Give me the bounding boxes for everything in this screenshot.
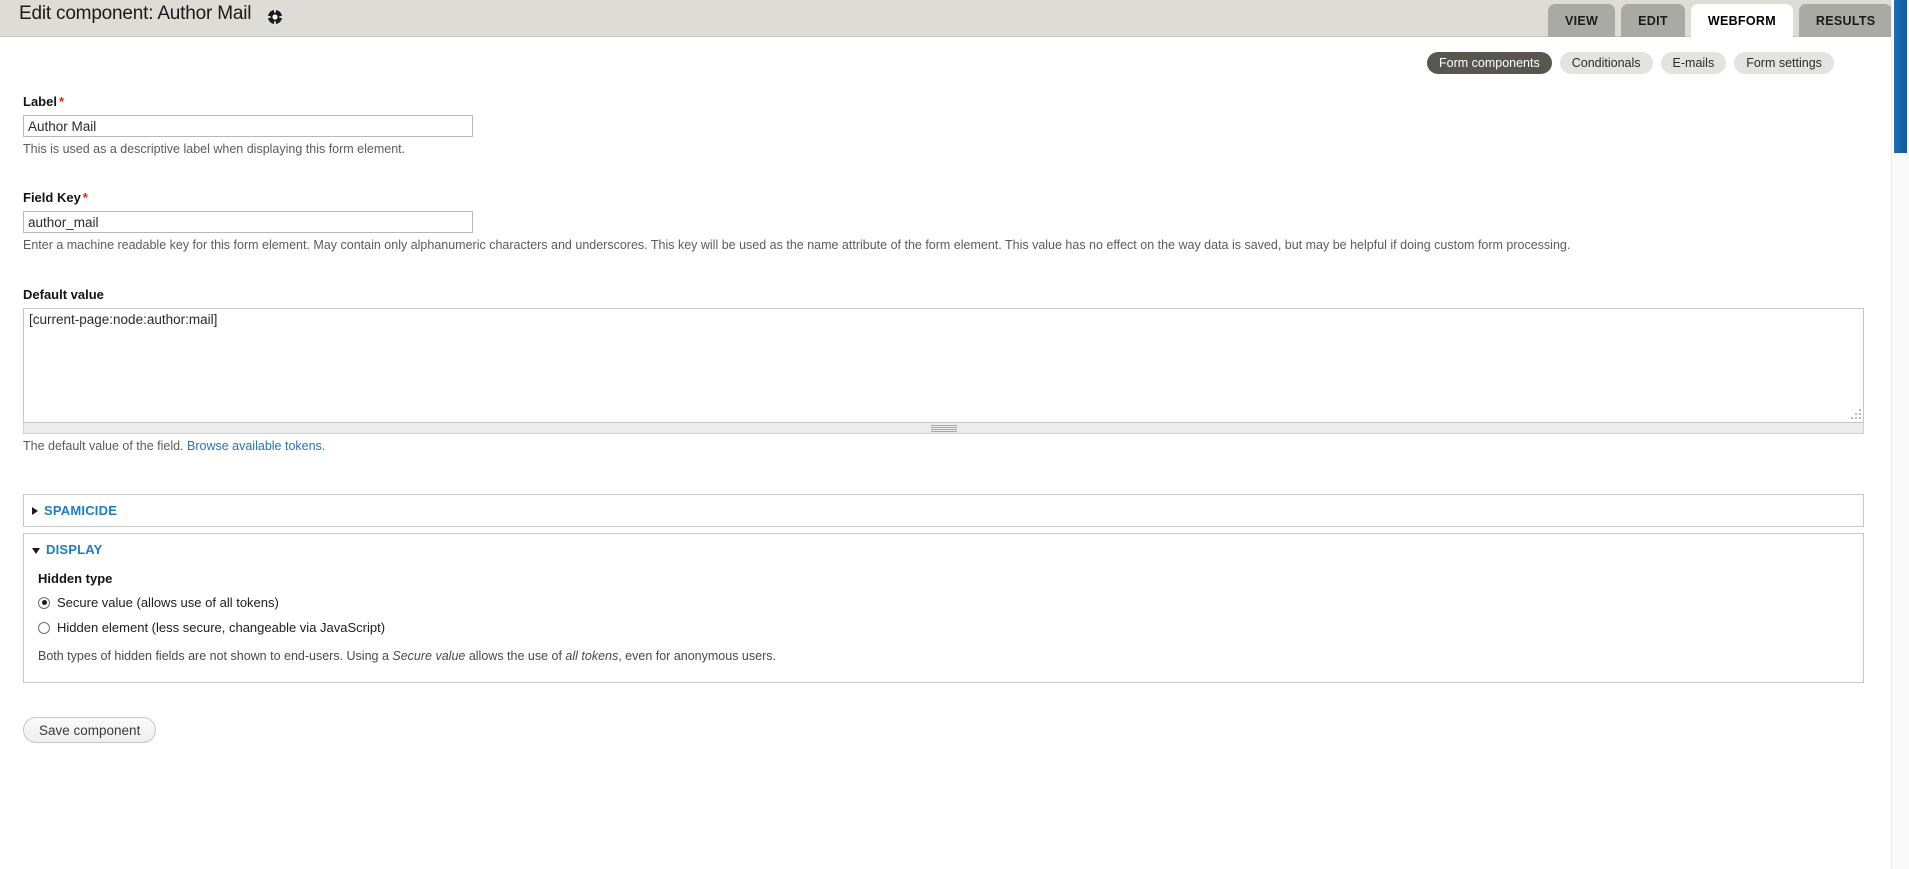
label-field-title: Label *	[23, 94, 473, 110]
display-note-part1: Both types of hidden fields are not show…	[38, 649, 393, 663]
tab-view-label: VIEW	[1565, 13, 1599, 28]
display-note-em2: all tokens	[565, 649, 619, 663]
label-field-title-text: Label	[23, 94, 57, 109]
fieldset-spamicide-legend-label: SPAMICIDE	[44, 503, 118, 518]
fieldset-spamicide: SPAMICIDE	[23, 494, 1864, 527]
textarea-grippie-handle[interactable]	[23, 423, 1864, 434]
tab-conditionals[interactable]: Conditionals	[1559, 52, 1653, 74]
radio-row-secure-value[interactable]: Secure value (allows use of all tokens)	[38, 595, 1863, 610]
radio-hidden-element-label: Hidden element (less secure, changeable …	[57, 620, 386, 635]
grippie-lines-icon	[930, 425, 957, 433]
gear-icon[interactable]	[267, 9, 283, 25]
page-scrollbar-track[interactable]	[1891, 0, 1909, 869]
field-key-title: Field Key *	[23, 190, 1570, 206]
label-required-marker: *	[58, 94, 65, 109]
fieldset-display-legend-label: DISPLAY	[46, 542, 103, 557]
default-value-description-suffix: .	[321, 439, 326, 453]
field-key-block: Field Key* Enter a machine readable key …	[23, 190, 1570, 253]
fieldset-spamicide-legend[interactable]: SPAMICIDE	[24, 495, 1863, 526]
tab-webform-label: WEBFORM	[1707, 13, 1776, 28]
field-key-title-text: Field Key	[23, 190, 81, 205]
default-value-textarea-wrap: [current-page:node:author:mail]	[23, 308, 1864, 434]
chevron-down-icon	[32, 547, 40, 554]
page-scrollbar-thumb[interactable]	[1894, 0, 1907, 153]
tab-edit-label: EDIT	[1638, 13, 1668, 28]
tab-form-settings-label: Form settings	[1746, 56, 1822, 70]
tab-edit[interactable]: EDIT	[1621, 4, 1685, 37]
tab-form-components-label: Form components	[1439, 56, 1540, 70]
label-input[interactable]	[23, 115, 473, 137]
default-value-textarea[interactable]: [current-page:node:author:mail]	[23, 308, 1864, 423]
browse-available-tokens-link[interactable]: Browse available tokens	[187, 439, 322, 453]
fieldset-display: DISPLAY Hidden type Secure value (allows…	[23, 533, 1864, 683]
hidden-type-label: Hidden type	[38, 571, 113, 586]
fieldset-display-body: Hidden type Secure value (allows use of …	[24, 571, 1863, 682]
fieldset-display-legend[interactable]: DISPLAY	[24, 534, 1863, 565]
default-value-description-prefix: The default value of the field.	[23, 439, 187, 453]
tab-results-label: RESULTS	[1815, 13, 1876, 28]
display-fieldset-note: Both types of hidden fields are not show…	[38, 648, 1863, 664]
tab-emails-label: E-mails	[1672, 56, 1715, 70]
field-key-input[interactable]	[23, 211, 473, 233]
default-value-block: Default value [current-page:node:author:…	[23, 287, 1864, 454]
admin-toolbar: Edit component: Author Mail VIEW EDIT WE…	[0, 0, 1893, 37]
tab-emails[interactable]: E-mails	[1660, 52, 1727, 74]
tab-webform[interactable]: WEBFORM	[1690, 4, 1793, 37]
radio-hidden-element[interactable]	[38, 621, 50, 634]
chevron-right-icon	[32, 506, 38, 515]
field-label-block: Label* This is used as a descriptive lab…	[23, 94, 473, 157]
save-component-button[interactable]: Save component	[23, 717, 157, 743]
label-field-description: This is used as a descriptive label when…	[23, 142, 406, 156]
tab-view[interactable]: VIEW	[1548, 4, 1616, 37]
tab-conditionals-label: Conditionals	[1571, 56, 1641, 70]
tab-form-components[interactable]: Form components	[1427, 52, 1552, 74]
tab-results[interactable]: RESULTS	[1798, 4, 1893, 37]
default-value-title: Default value	[23, 287, 104, 302]
default-value-description: The default value of the field. Browse a…	[23, 438, 1864, 454]
field-key-description: Enter a machine readable key for this fo…	[23, 238, 1571, 252]
secondary-tabs: Form components Conditionals E-mails For…	[1427, 52, 1834, 74]
display-note-em1: Secure value	[392, 649, 466, 663]
tab-form-settings[interactable]: Form settings	[1734, 52, 1834, 74]
display-note-part3: , even for anonymous users.	[618, 649, 776, 663]
radio-secure-value[interactable]	[38, 596, 50, 609]
field-key-required-marker: *	[82, 190, 88, 205]
radio-row-hidden-element[interactable]: Hidden element (less secure, changeable …	[38, 620, 1863, 635]
display-note-part2: allows the use of	[465, 649, 566, 663]
primary-tabs: VIEW EDIT WEBFORM RESULTS	[1548, 0, 1893, 37]
page-title: Edit component: Author Mail	[19, 3, 252, 24]
radio-secure-value-label: Secure value (allows use of all tokens)	[57, 595, 279, 610]
